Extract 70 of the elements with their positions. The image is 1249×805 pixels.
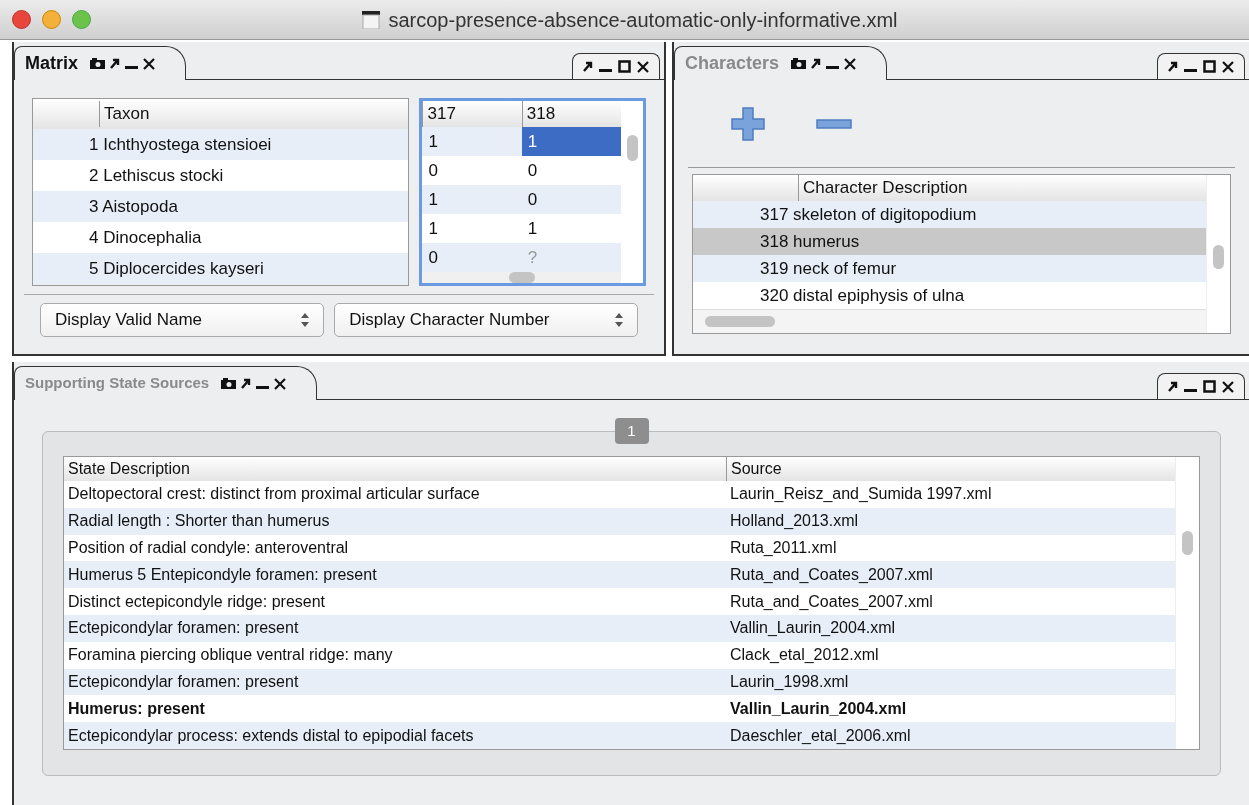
close-window-button[interactable] <box>12 10 31 29</box>
source-cell-text: Clack_etal_2012.xml <box>729 645 880 666</box>
source-cell-text: Vallin_Laurin_2004.xml <box>729 698 908 719</box>
close-icon[interactable] <box>637 60 649 73</box>
taxon-cell[interactable]: 5 Diplocercides kayseri <box>33 253 409 284</box>
maximize-icon[interactable] <box>618 60 631 73</box>
add-icon[interactable] <box>730 105 766 142</box>
source-cell-text: Laurin_Reisz_and_Sumida 1997.xml <box>729 484 993 505</box>
description-cell-text: Ectepicondylar foramen: present <box>67 618 300 639</box>
state-cell[interactable]: 0 <box>521 156 621 186</box>
description-cell-text: Foramina piercing oblique ventral ridge: many <box>67 645 394 666</box>
panel-tab[interactable]: Matrix <box>14 46 186 80</box>
source-cell-text: Laurin_1998.xml <box>729 671 850 692</box>
state-cell[interactable]: 0 <box>422 243 522 272</box>
description-cell-text: Ectepicondylar process: extends distal to epipodial facets <box>67 725 475 746</box>
close-icon[interactable] <box>844 57 857 70</box>
camera-icon[interactable] <box>791 58 807 69</box>
file-icon <box>362 10 381 29</box>
taxon-cell[interactable]: 1 Ichthyostega stensioei <box>33 129 409 160</box>
tab-label: Supporting State Sources <box>25 373 210 394</box>
source-cell-text: Holland_2013.xml <box>729 511 860 532</box>
camera-icon[interactable] <box>90 58 105 69</box>
description-cell-text: Ectepicondylar foramen: present <box>67 671 300 692</box>
state-cell[interactable]: 1 <box>521 127 621 157</box>
taxon-cell[interactable]: 4 Dinocephalia <box>33 222 409 253</box>
state-cell[interactable]: 1 <box>422 185 522 215</box>
column-header[interactable]: Character Description <box>693 175 1206 201</box>
scrollbar-thumb[interactable] <box>705 316 775 327</box>
state-cell[interactable]: 1 <box>422 214 522 244</box>
close-icon[interactable] <box>1222 60 1234 73</box>
tab-label: Matrix <box>25 52 78 75</box>
character-row[interactable]: 319 neck of femur <box>693 255 1206 282</box>
tab-label: Characters <box>685 52 780 75</box>
display-dropdown[interactable]: Display Valid Name <box>40 303 325 337</box>
description-cell-text: Position of radial condyle: anteroventral <box>67 538 350 558</box>
column-header[interactable]: State Description <box>64 457 726 481</box>
state-cell[interactable]: 0 <box>422 156 522 186</box>
stepper-arrows-icon <box>615 313 623 327</box>
close-icon[interactable] <box>143 57 155 70</box>
source-cell-text: Vallin_Laurin_2004.xml <box>729 618 897 639</box>
taxon-cell[interactable]: 3 Aistopoda <box>33 191 409 222</box>
close-icon[interactable] <box>1222 380 1234 393</box>
description-cell-text: Deltopectoral crest: distinct from proximal articular surface <box>67 484 481 505</box>
character-row[interactable]: 317 skeleton of digitopodium <box>693 201 1206 228</box>
scrollbar-thumb[interactable] <box>508 272 535 283</box>
taxon-cell[interactable]: 2 Lethiscus stocki <box>33 160 409 191</box>
display-dropdown[interactable]: Display Character Number <box>334 303 638 337</box>
character-row[interactable]: 318 humerus <box>693 228 1206 255</box>
source-cell-text: Ruta_2011.xml <box>729 538 838 558</box>
maximize-icon[interactable] <box>1203 380 1216 393</box>
scrollbar-thumb[interactable] <box>1182 531 1193 555</box>
scrollbar-thumb[interactable] <box>1213 245 1224 269</box>
camera-icon[interactable] <box>221 378 237 389</box>
source-cell-text: Ruta_and_Coates_2007.xml <box>729 564 934 585</box>
stepper-arrows-icon <box>301 313 310 327</box>
scrollbar-thumb[interactable] <box>626 135 638 161</box>
state-cell[interactable]: 0 <box>521 185 621 215</box>
state-cell[interactable]: 1 <box>521 214 621 244</box>
description-cell-text: Distinct ectepicondyle ridge: present <box>67 591 327 612</box>
state-cell[interactable]: 1 <box>422 127 522 157</box>
close-icon[interactable] <box>274 377 287 390</box>
maximize-icon[interactable] <box>1203 60 1216 73</box>
window-title: sarcop-presence-absence-automatic-only-informative.xml <box>388 7 898 33</box>
source-cell-text: Daeschler_etal_2006.xml <box>729 725 912 746</box>
source-cell-text: Ruta_and_Coates_2007.xml <box>729 591 934 612</box>
description-cell-text: Humerus 5 Entepicondyle foramen: present <box>67 564 378 585</box>
column-header[interactable]: Taxon <box>33 99 409 129</box>
remove-icon[interactable] <box>816 118 852 129</box>
description-cell-text: Humerus: present <box>67 698 206 719</box>
description-cell-text: Radial length : Shorter than humerus <box>67 511 331 532</box>
